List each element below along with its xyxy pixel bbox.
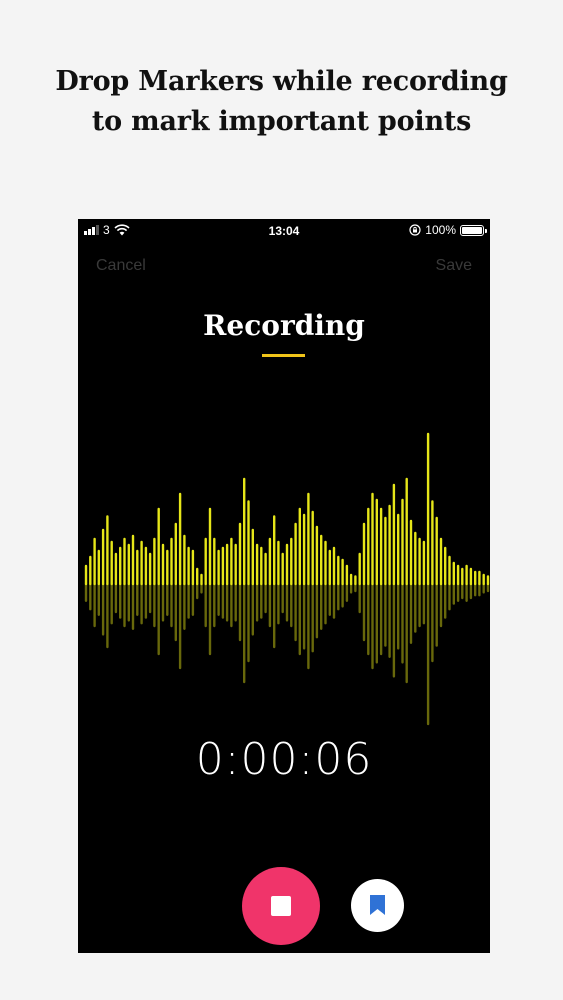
drop-marker-button[interactable] xyxy=(351,879,404,932)
title-underline xyxy=(262,354,305,357)
headline-line-1: Drop Markers while recording xyxy=(55,66,508,97)
stop-button[interactable] xyxy=(242,867,320,945)
audio-waveform xyxy=(84,432,490,726)
battery-percent: 100% xyxy=(425,223,456,237)
orientation-lock-icon xyxy=(409,224,421,236)
status-right: 100% xyxy=(409,223,487,237)
headline-line-2: to mark important points xyxy=(91,106,472,137)
headline: Drop Markers while recording to mark imp… xyxy=(0,62,563,142)
battery-icon xyxy=(460,224,487,236)
cancel-button[interactable]: Cancel xyxy=(96,257,146,275)
bookmark-icon xyxy=(370,895,385,915)
recording-timer: 0:00:06 xyxy=(195,734,373,785)
status-bar: 3 13:04 100% xyxy=(78,219,490,243)
stop-icon xyxy=(271,896,291,916)
recording-title: Recording xyxy=(203,309,365,342)
save-button[interactable]: Save xyxy=(436,257,472,275)
phone-screen: 3 13:04 100% Cancel Save Recording 0:00:… xyxy=(78,219,490,953)
